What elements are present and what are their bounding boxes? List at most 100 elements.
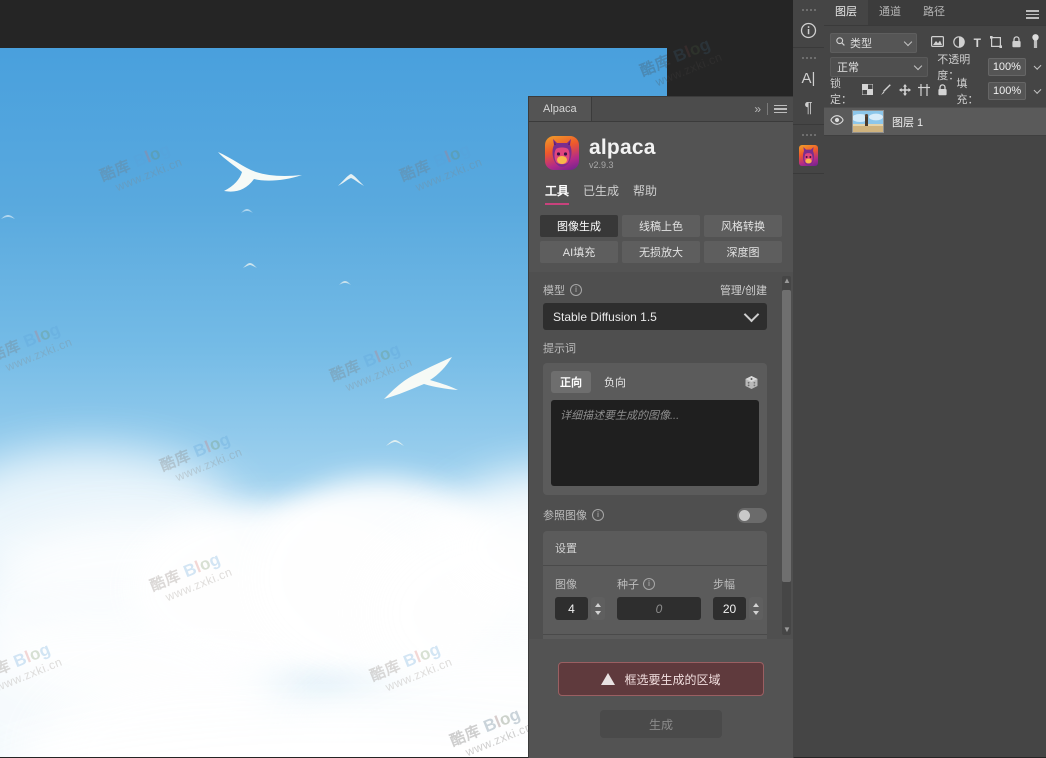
prompt-label: 提示词 — [529, 330, 781, 361]
chevron-double-right-icon[interactable]: » — [754, 102, 761, 116]
dice-icon[interactable] — [744, 375, 759, 390]
info-icon[interactable] — [799, 20, 819, 40]
layer-filter-row: 类型 T — [824, 31, 1046, 55]
divider — [767, 103, 768, 115]
alpaca-settings-scroll-pane[interactable]: 模型 i 管理/创建 Stable Diffusion 1.5 提示词 正向 负 — [529, 272, 793, 639]
tool-button-upscale[interactable]: 无损放大 — [622, 241, 700, 263]
field-images-stepper[interactable] — [591, 597, 605, 620]
alpaca-llama-logo — [545, 136, 579, 170]
model-select-value: Stable Diffusion 1.5 — [553, 310, 657, 324]
warning-triangle-icon — [601, 673, 615, 685]
rail-group-plugin — [793, 125, 824, 174]
rail-group-type: A| ¶ — [793, 48, 824, 125]
reference-image-settings-row[interactable]: 参照图像设置 — [543, 634, 767, 639]
chevron-down-icon — [903, 37, 911, 45]
nav-tab-help[interactable]: 帮助 — [633, 182, 657, 205]
info-icon[interactable]: i — [570, 284, 582, 296]
paragraph-icon[interactable]: ¶ — [799, 97, 819, 117]
layer-row[interactable]: 图层 1 — [824, 107, 1046, 136]
character-text-icon[interactable]: A| — [799, 68, 819, 88]
settings-box: 设置 图像 4 种子 — [543, 531, 767, 639]
alpaca-nav: 工具 已生成 帮助 — [529, 170, 793, 205]
model-select[interactable]: Stable Diffusion 1.5 — [543, 303, 767, 330]
chevron-up-icon[interactable]: ▲ — [783, 277, 790, 285]
generate-button[interactable]: 生成 — [600, 710, 722, 738]
prompt-tab-positive[interactable]: 正向 — [551, 371, 591, 393]
filter-toggle-icon[interactable] — [1031, 34, 1040, 52]
tab-channels[interactable]: 通道 — [868, 0, 912, 25]
bird-tiny-a — [242, 262, 258, 270]
alpaca-tab[interactable]: Alpaca — [529, 97, 592, 121]
layer-filter-select[interactable]: 类型 — [830, 33, 917, 53]
hamburger-menu-icon[interactable] — [1026, 8, 1039, 21]
tool-button-image-generation[interactable]: 图像生成 — [540, 215, 618, 237]
reference-image-row: 参照图像 i — [529, 495, 781, 527]
adjustment-filter-icon[interactable] — [953, 36, 965, 51]
fill-value[interactable]: 100% — [988, 82, 1026, 100]
all-lock-icon[interactable] — [937, 84, 948, 99]
drag-handle-dots[interactable] — [802, 7, 816, 11]
chevron-down-icon[interactable] — [1034, 86, 1042, 94]
hamburger-menu-icon[interactable] — [774, 103, 787, 116]
chevron-down-icon[interactable]: ▼ — [783, 626, 790, 634]
field-steps-stepper[interactable] — [749, 597, 763, 620]
image-filter-icon[interactable] — [931, 36, 944, 50]
prompt-card: 正向 负向 — [543, 363, 767, 495]
bird-tiny-b — [338, 280, 352, 287]
shape-filter-icon[interactable] — [990, 36, 1002, 51]
scrollbar-thumb[interactable] — [782, 290, 791, 582]
opacity-value[interactable]: 100% — [988, 58, 1026, 76]
selection-warning-text: 框选要生成的区域 — [624, 671, 720, 688]
alpaca-plugin-icon[interactable] — [799, 145, 818, 166]
nav-tab-generated[interactable]: 已生成 — [583, 182, 619, 205]
bird-large-right — [380, 353, 464, 401]
bird-tiny-e — [240, 208, 254, 215]
settings-scrollbar[interactable]: ▲ ▼ — [782, 276, 791, 635]
eye-icon[interactable] — [830, 115, 844, 128]
tab-paths[interactable]: 路径 — [912, 0, 956, 25]
panel-icon-rail: A| ¶ — [793, 0, 825, 757]
blend-mode-select[interactable]: 正常 — [830, 57, 928, 77]
manage-create-link[interactable]: 管理/创建 — [720, 282, 767, 298]
info-icon[interactable]: i — [592, 509, 604, 521]
tool-button-ai-fill[interactable]: AI填充 — [540, 241, 618, 263]
photoshop-window: 酷库 Blog www.zxki.cn 酷库 Blog www.zxki.cn … — [0, 0, 1046, 757]
artboard-lock-icon[interactable] — [918, 84, 930, 99]
alpaca-brand: alpaca v2.9.3 — [529, 122, 793, 170]
drag-handle-dots[interactable] — [802, 132, 816, 136]
tab-layers[interactable]: 图层 — [824, 0, 868, 25]
settings-fields: 图像 4 种子 i — [543, 566, 767, 628]
reference-image-toggle[interactable] — [737, 508, 767, 523]
selection-warning-banner: 框选要生成的区域 — [558, 662, 764, 696]
layer-name: 图层 1 — [892, 114, 923, 130]
info-icon[interactable]: i — [643, 578, 655, 590]
field-images-label: 图像 — [555, 576, 577, 592]
prompt-tab-negative[interactable]: 负向 — [595, 371, 635, 393]
alpaca-footer: 框选要生成的区域 生成 — [529, 662, 793, 758]
field-images: 图像 4 — [555, 576, 605, 620]
field-steps-input[interactable]: 20 — [713, 597, 746, 620]
chevron-down-icon[interactable] — [1034, 62, 1042, 70]
lock-fill-row: 锁定： 填充： 100% — [824, 79, 1046, 103]
bird-large-left — [210, 146, 306, 196]
drag-handle-dots[interactable] — [802, 55, 816, 59]
field-images-input[interactable]: 4 — [555, 597, 588, 620]
chevron-down-icon — [914, 61, 922, 69]
tool-button-style-transfer[interactable]: 风格转换 — [704, 215, 782, 237]
nav-tab-tools[interactable]: 工具 — [545, 182, 569, 205]
smart-object-filter-icon[interactable] — [1011, 36, 1022, 51]
text-filter-icon[interactable]: T — [974, 37, 981, 49]
field-steps-label: 步幅 — [713, 576, 735, 592]
layers-panel-tabs: 图层 通道 路径 — [824, 0, 1046, 25]
tool-button-lineart-color[interactable]: 线稿上色 — [622, 215, 700, 237]
tool-button-depth-map[interactable]: 深度图 — [704, 241, 782, 263]
transparency-lock-icon[interactable] — [862, 84, 873, 98]
paint-lock-icon[interactable] — [880, 84, 892, 99]
alpaca-panel[interactable]: Alpaca » — [529, 97, 793, 757]
position-lock-icon[interactable] — [899, 84, 911, 99]
bird-small-chevron — [336, 172, 366, 188]
field-seed-label: 种子 — [617, 576, 639, 592]
prompt-textarea[interactable]: 详细描述要生成的图像... — [551, 400, 759, 486]
field-seed-input[interactable]: 0 — [617, 597, 701, 620]
layers-panel: 图层 通道 路径 类型 T — [824, 0, 1046, 757]
